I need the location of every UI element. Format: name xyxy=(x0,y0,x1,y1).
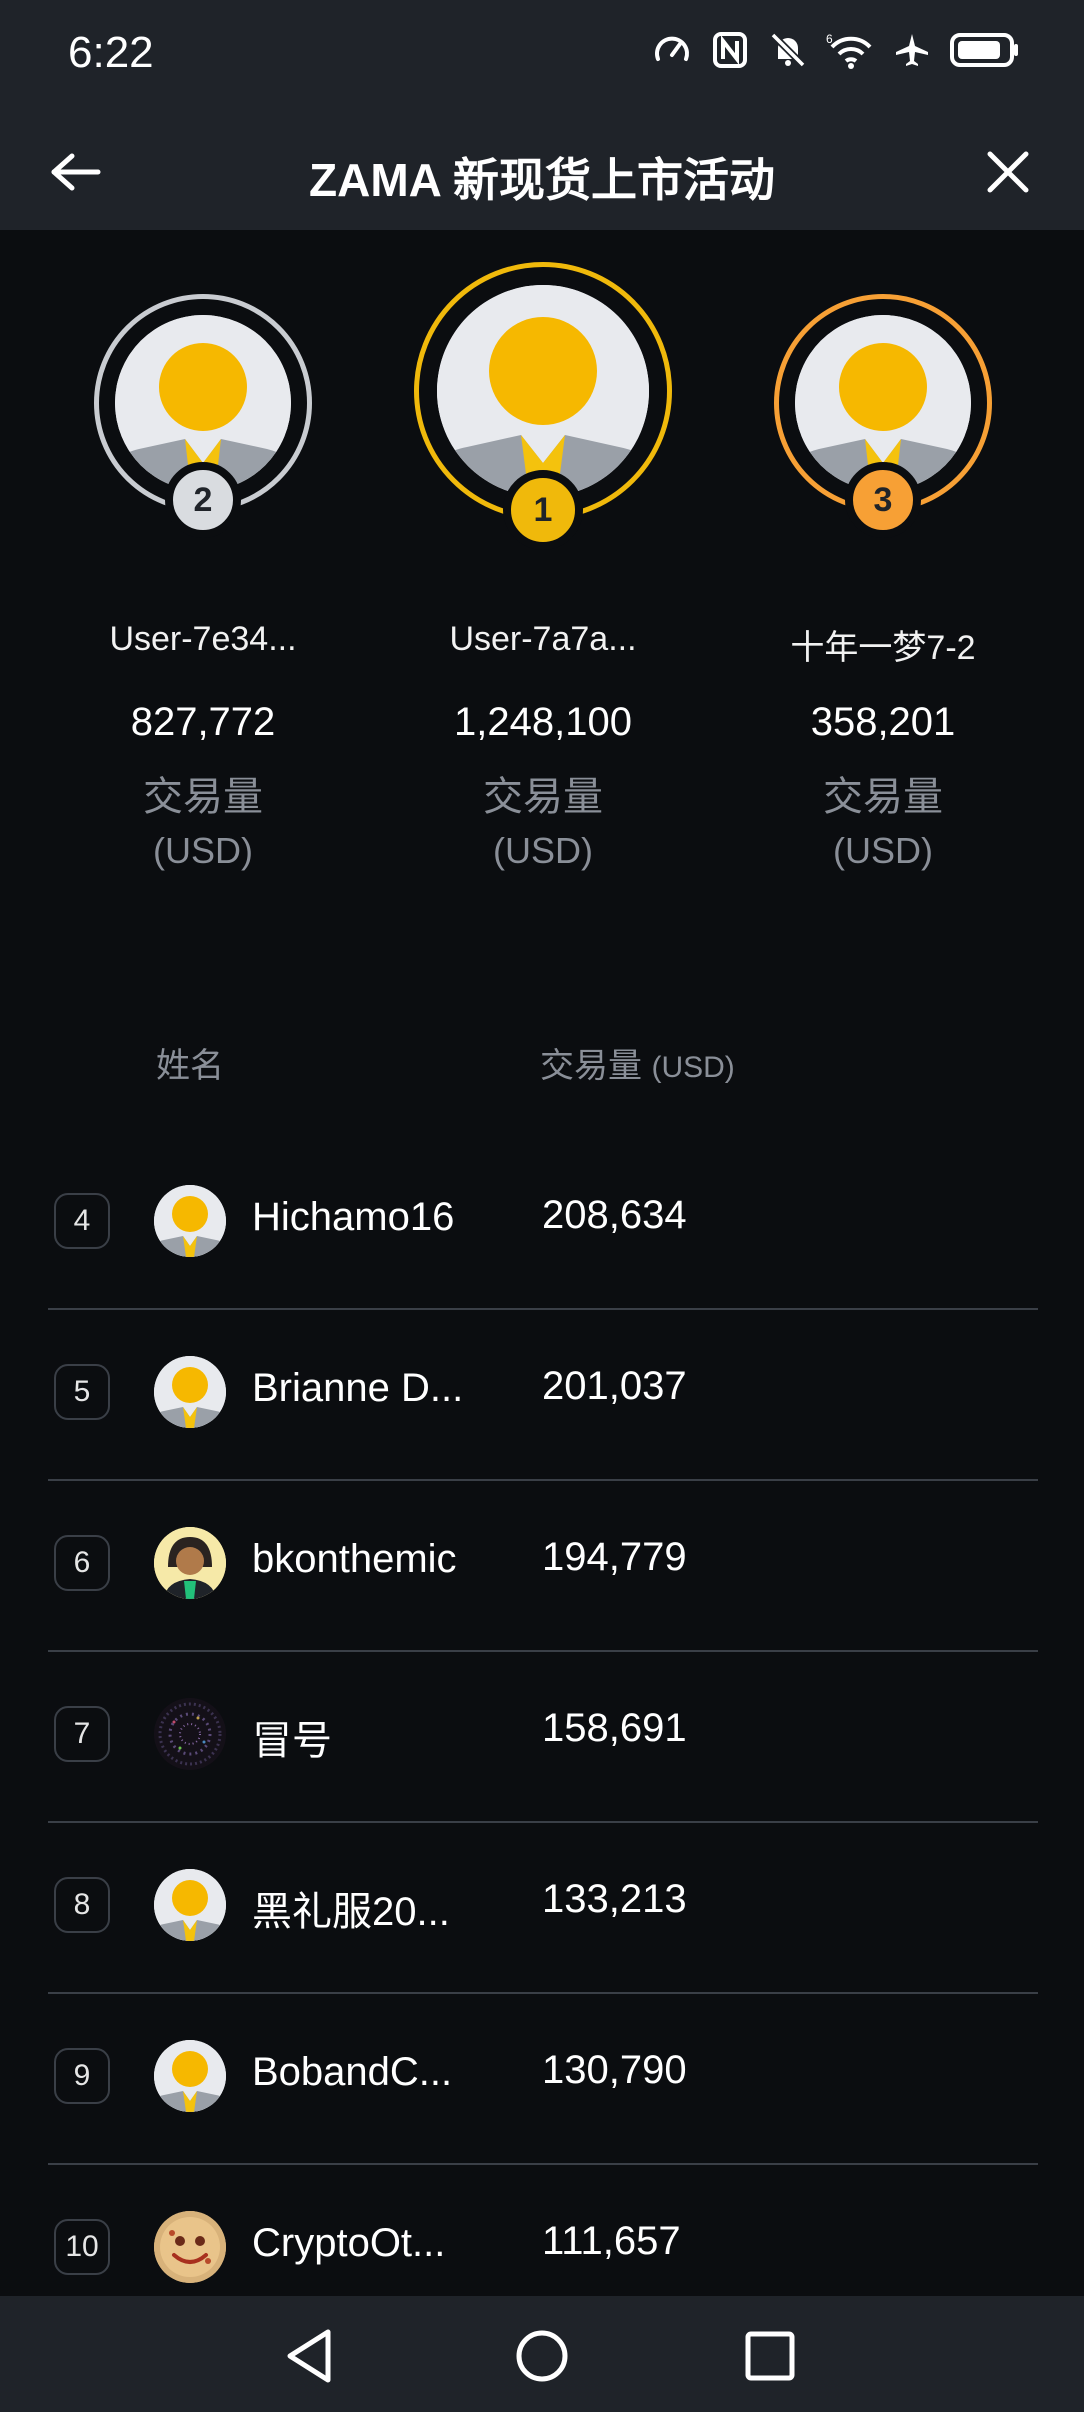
row-volume: 201,037 xyxy=(542,1364,687,1408)
row-username: 黑礼服20... xyxy=(252,1890,450,1934)
table-row[interactable]: 4 Hichamo16 208,634 xyxy=(48,1137,1038,1310)
avatar xyxy=(154,1698,226,1770)
rank-badge: 2 xyxy=(165,462,241,538)
wifi-6-icon: 6 xyxy=(826,30,874,70)
row-username: BobandC... xyxy=(252,2050,453,2094)
status-icons: 6 xyxy=(652,30,1020,70)
status-time: 6:22 xyxy=(68,28,154,77)
podium-name: User-7e34... xyxy=(109,620,297,658)
podium-volume-label: 交易量 xyxy=(143,775,263,819)
table-row[interactable]: 7 冒号 158,691 xyxy=(48,1650,1038,1823)
avatar xyxy=(154,1356,226,1428)
nav-home-icon xyxy=(516,2330,568,2382)
row-volume: 133,213 xyxy=(542,1877,687,1921)
mute-icon xyxy=(768,30,808,70)
table-row[interactable]: 9 BobandC... 130,790 xyxy=(48,1992,1038,2165)
podium-name: User-7a7a... xyxy=(449,620,637,658)
rank-badge: 3 xyxy=(845,462,921,538)
avatar xyxy=(154,2040,226,2112)
row-username: bkonthemic xyxy=(252,1537,457,1581)
podium-name: 十年一梦7-2 xyxy=(790,629,976,667)
table-row[interactable]: 8 黑礼服20... 133,213 xyxy=(48,1821,1038,1994)
avatar xyxy=(154,2211,226,2283)
nav-home-button[interactable] xyxy=(510,2324,574,2388)
podium-volume-label: 交易量 xyxy=(823,775,943,819)
rank-number: 9 xyxy=(54,2048,110,2104)
rank-badge: 1 xyxy=(503,470,583,550)
podium-volume: 358,201 xyxy=(810,700,956,744)
rank-number: 5 xyxy=(54,1364,110,1420)
row-volume: 158,691 xyxy=(542,1706,687,1750)
system-nav-bar xyxy=(0,2296,1084,2412)
row-username: Hichamo16 xyxy=(252,1195,455,1239)
column-header-volume-unit: (USD) xyxy=(651,1051,735,1084)
battery-icon xyxy=(950,30,1020,70)
podium-third[interactable]: 3 十年一梦7-2 358,201 交易量 (USD) xyxy=(713,230,1053,910)
podium-second[interactable]: 2 User-7e34... 827,772 交易量 (USD) xyxy=(33,230,373,910)
title-bar: ZAMA 新现货上市活动 xyxy=(0,114,1084,230)
speedometer-icon xyxy=(652,30,692,70)
avatar xyxy=(154,1869,226,1941)
column-header-volume-label: 交易量 xyxy=(540,1047,642,1085)
close-button[interactable] xyxy=(976,142,1040,202)
avatar xyxy=(154,1185,226,1257)
podium-first[interactable]: 1 User-7a7a... 1,248,100 交易量 (USD) xyxy=(373,230,713,910)
column-header-name: 姓名 xyxy=(156,1047,224,1085)
podium-volume: 1,248,100 xyxy=(454,700,632,744)
row-username: Brianne D... xyxy=(252,1366,464,1410)
rank-number: 4 xyxy=(54,1193,110,1249)
rank-number: 6 xyxy=(54,1535,110,1591)
nfc-icon xyxy=(710,30,750,70)
podium-volume-unit: (USD) xyxy=(153,830,253,871)
row-volume: 111,657 xyxy=(542,2219,681,2263)
svg-text:6: 6 xyxy=(826,32,833,46)
nav-back-button[interactable] xyxy=(278,2324,342,2388)
podium-volume: 827,772 xyxy=(130,700,276,744)
podium-volume-unit: (USD) xyxy=(833,830,933,871)
rank-number: 10 xyxy=(54,2219,110,2275)
row-volume: 194,779 xyxy=(542,1535,687,1579)
row-username: CryptoOt... xyxy=(252,2221,446,2265)
nav-recents-icon xyxy=(745,2331,795,2381)
nav-recents-button[interactable] xyxy=(738,2324,802,2388)
rank-number: 8 xyxy=(54,1877,110,1933)
podium-volume-unit: (USD) xyxy=(493,830,593,871)
table-row[interactable]: 6 bkonthemic 194,779 xyxy=(48,1479,1038,1652)
row-volume: 130,790 xyxy=(542,2048,687,2092)
row-volume: 208,634 xyxy=(542,1193,687,1237)
row-username: 冒号 xyxy=(252,1719,332,1763)
avatar xyxy=(154,1527,226,1599)
rank-number: 7 xyxy=(54,1706,110,1762)
table-row[interactable]: 5 Brianne D... 201,037 xyxy=(48,1308,1038,1481)
column-header-volume: 交易量 (USD) xyxy=(540,1038,735,1087)
podium-volume-label: 交易量 xyxy=(483,775,603,819)
avatar xyxy=(437,285,649,497)
page-title: ZAMA 新现货上市活动 xyxy=(309,154,775,206)
close-icon xyxy=(987,151,1029,193)
nav-back-icon xyxy=(287,2329,331,2383)
airplane-icon xyxy=(892,30,932,70)
status-bar: 6:22 6 xyxy=(0,0,1084,114)
